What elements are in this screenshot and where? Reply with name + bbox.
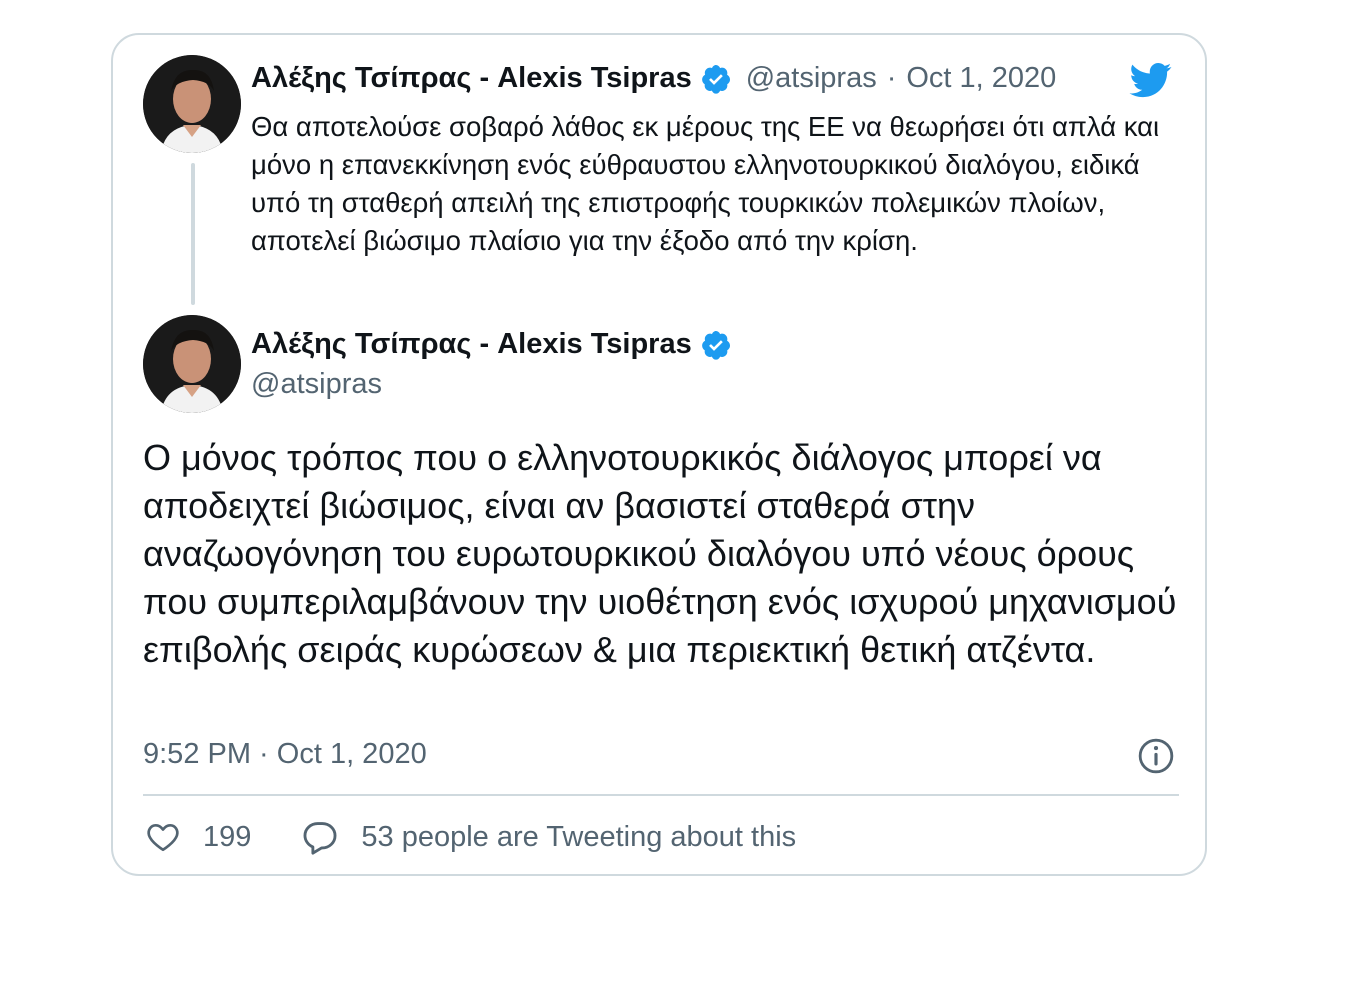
author-name[interactable]: Αλέξης Τσίπρας - Alexis Tsipras (251, 328, 692, 361)
embedded-tweet-card: Αλέξης Τσίπρας - Alexis Tsipras @atsipra… (111, 33, 1207, 876)
main-tweet-text: Ο μόνος τρόπος που ο ελληνοτουρκικός διά… (143, 437, 1177, 670)
parent-tweet-text: Θα αποτελούσε σοβαρό λάθος εκ μέρους της… (251, 111, 1160, 256)
author-handle[interactable]: @atsipras (746, 62, 877, 95)
like-count: 199 (203, 820, 252, 853)
tweet-timestamp[interactable]: 9:52 PM · Oct 1, 2020 (143, 738, 427, 771)
like-button[interactable]: 199 (145, 819, 251, 855)
avatar[interactable] (143, 315, 241, 413)
verified-badge-icon (700, 329, 732, 361)
twitter-bird-icon[interactable] (1127, 59, 1175, 101)
main-tweet-header: Αλέξης Τσίπρας - Alexis Tsipras (251, 328, 732, 361)
verified-badge-icon (700, 63, 732, 95)
info-icon[interactable] (1137, 737, 1175, 775)
tweet-actions: 199 53 people are Tweeting about this (145, 818, 796, 856)
conversation-label: 53 people are Tweeting about this (361, 820, 797, 853)
divider (143, 794, 1179, 796)
separator-dot: · (886, 62, 897, 94)
conversation-link[interactable]: 53 people are Tweeting about this (301, 818, 796, 856)
parent-tweet-header: Αλέξης Τσίπρας - Alexis Tsipras @atsipra… (251, 62, 1056, 95)
tweet-date[interactable]: Oct 1, 2020 (906, 62, 1056, 95)
author-handle[interactable]: @atsipras (251, 368, 382, 401)
author-name[interactable]: Αλέξης Τσίπρας - Alexis Tsipras (251, 62, 692, 95)
avatar[interactable] (143, 55, 241, 153)
thread-connector-line (191, 163, 195, 305)
speech-bubble-icon (301, 818, 339, 856)
heart-icon (145, 819, 181, 855)
main-tweet-handle-row: @atsipras (251, 368, 382, 401)
